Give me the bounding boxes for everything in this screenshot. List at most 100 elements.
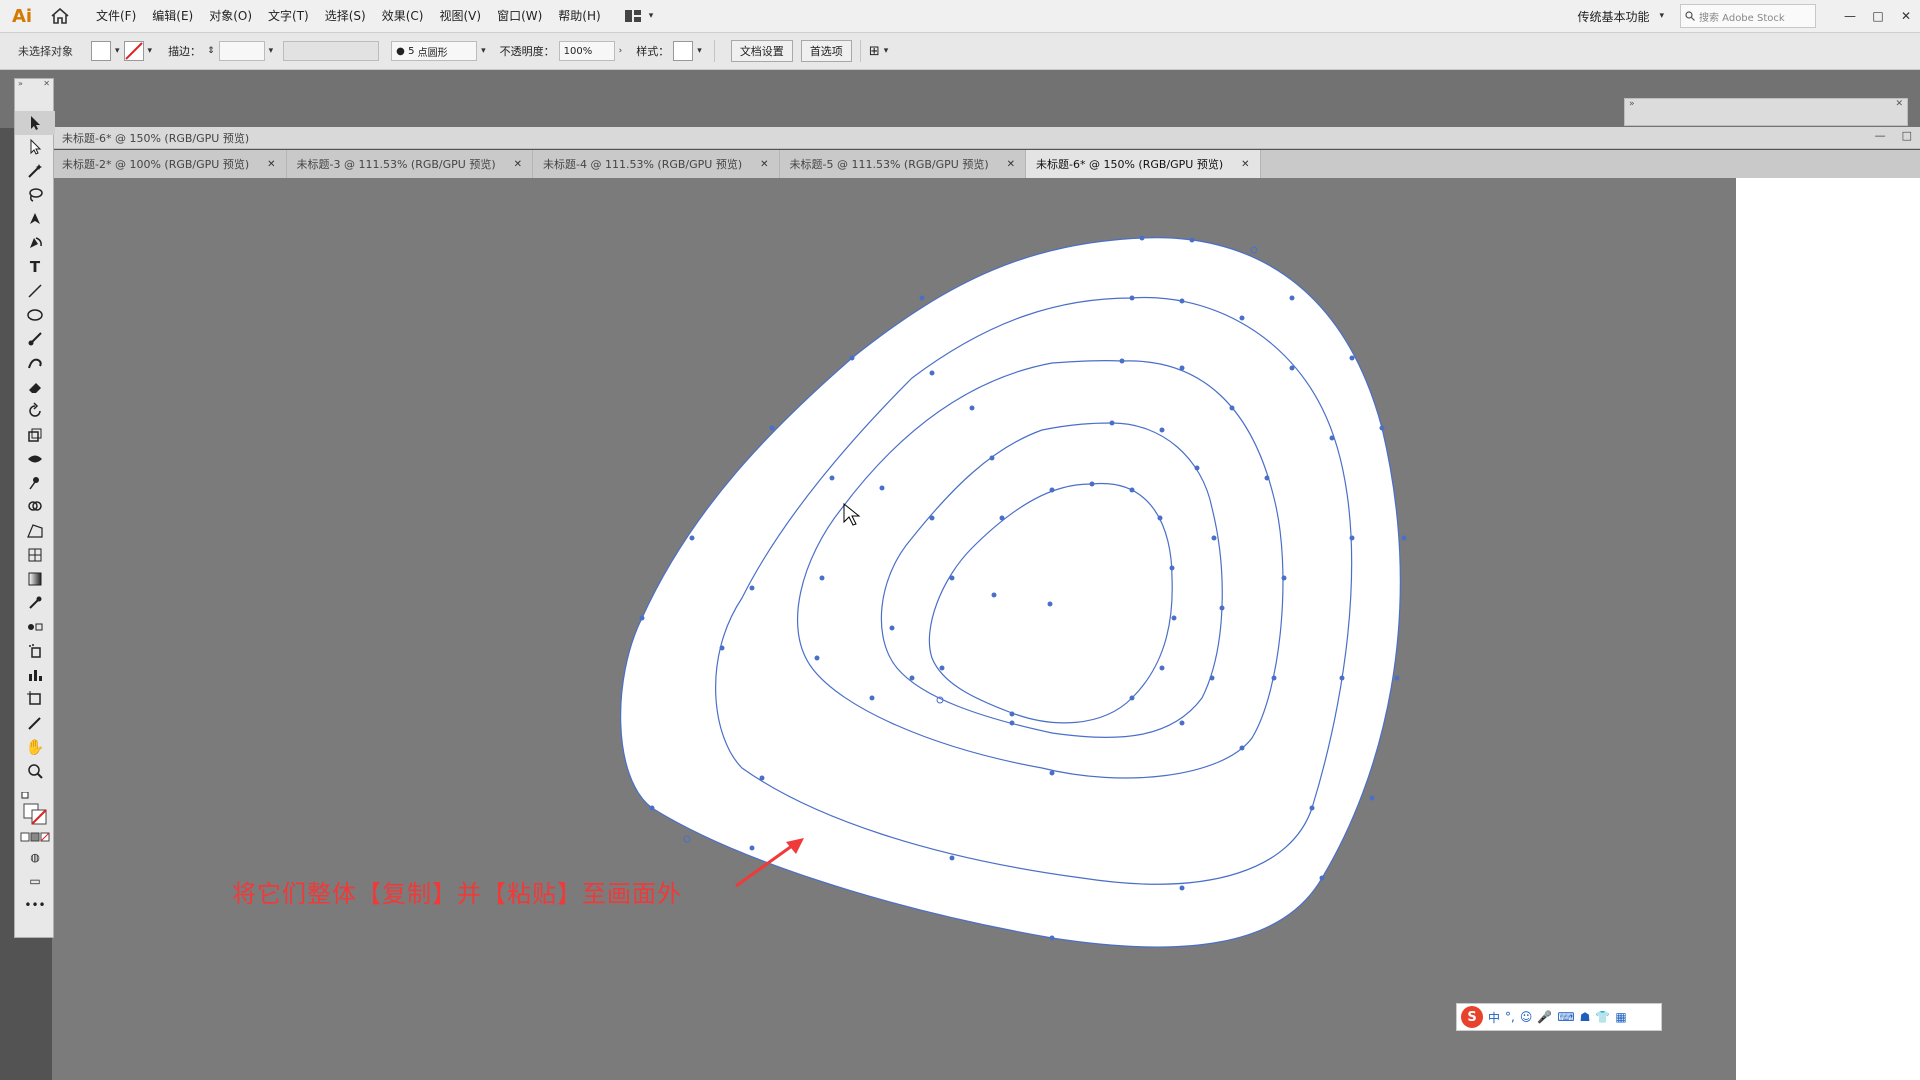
- collapse-toolbar-icon[interactable]: »: [18, 79, 23, 91]
- artboard-tool[interactable]: [15, 687, 55, 711]
- magic-wand-tool[interactable]: [15, 159, 55, 183]
- arrange-documents-button[interactable]: ▾: [624, 10, 658, 22]
- chevron-down-icon[interactable]: ▾: [115, 46, 120, 56]
- minimize-doc-button[interactable]: —: [1875, 129, 1886, 142]
- chevron-down-icon[interactable]: ▾: [697, 46, 702, 56]
- menu-bar: Ai 文件(F) 编辑(E) 对象(O) 文字(T) 选择(S) 效果(C) 视…: [0, 0, 1920, 33]
- curvature-tool[interactable]: [15, 231, 55, 255]
- close-button[interactable]: ✕: [1892, 4, 1920, 28]
- column-graph-tool[interactable]: [15, 663, 55, 687]
- menu-object[interactable]: 对象(O): [201, 0, 260, 32]
- zoom-tool[interactable]: [15, 759, 55, 783]
- keyboard-icon[interactable]: ⌨: [1557, 1010, 1574, 1024]
- close-panel-icon[interactable]: ✕: [1895, 99, 1903, 109]
- chevron-down-icon[interactable]: ▾: [269, 46, 274, 56]
- artwork-svg[interactable]: [52, 178, 1920, 1080]
- opacity-field[interactable]: 100%: [558, 41, 615, 61]
- user-icon[interactable]: ☗: [1580, 1010, 1591, 1024]
- blend-tool[interactable]: [15, 615, 55, 639]
- stroke-stepper[interactable]: ⇕: [207, 46, 215, 56]
- maximize-button[interactable]: □: [1864, 4, 1892, 28]
- ime-toolbar[interactable]: S 中 °, ☺ 🎤 ⌨ ☗ 👕 ▦: [1456, 1003, 1662, 1031]
- perspective-grid-tool[interactable]: [15, 519, 55, 543]
- chevron-down-icon[interactable]: ▾: [884, 46, 889, 56]
- line-tool[interactable]: [15, 279, 55, 303]
- mesh-tool[interactable]: [15, 543, 55, 567]
- shirt-icon[interactable]: 👕: [1595, 1010, 1610, 1024]
- punctuation-icon[interactable]: °,: [1505, 1010, 1515, 1024]
- brush-definition-field[interactable]: ● 5 点圆形: [391, 41, 478, 61]
- expand-panels-icon[interactable]: »: [1629, 99, 1635, 109]
- preferences-button[interactable]: 首选项: [800, 40, 852, 62]
- menu-file[interactable]: 文件(F): [88, 0, 144, 32]
- menu-type[interactable]: 文字(T): [260, 0, 317, 32]
- chevron-right-icon[interactable]: ›: [619, 46, 623, 56]
- scale-tool[interactable]: [15, 423, 55, 447]
- restore-doc-button[interactable]: □: [1902, 129, 1912, 142]
- arrange-icon[interactable]: ⊞: [869, 44, 880, 59]
- document-window-title: 未标题-6* @ 150% (RGB/GPU 预览) — □: [52, 127, 1920, 149]
- selection-tool[interactable]: [15, 111, 55, 135]
- variable-width-field[interactable]: [283, 41, 380, 61]
- width-tool[interactable]: [15, 447, 55, 471]
- close-icon[interactable]: ✕: [760, 159, 768, 170]
- stroke-weight-field[interactable]: [218, 41, 265, 61]
- draw-mode-button[interactable]: ◍: [15, 845, 55, 869]
- color-mode-buttons[interactable]: [15, 829, 55, 845]
- eyedropper-tool[interactable]: [15, 591, 55, 615]
- document-setup-button[interactable]: 文档设置: [730, 40, 793, 62]
- lasso-tool[interactable]: [15, 183, 55, 207]
- tab-document-4[interactable]: 未标题-4 @ 111.53% (RGB/GPU 预览) ✕: [533, 150, 780, 178]
- edit-toolbar-button[interactable]: •••: [15, 893, 55, 917]
- ellipse-tool[interactable]: [15, 303, 55, 327]
- minimize-button[interactable]: —: [1836, 4, 1864, 28]
- pen-tool[interactable]: [15, 207, 55, 231]
- menu-view[interactable]: 视图(V): [431, 0, 489, 32]
- slice-tool[interactable]: [15, 711, 55, 735]
- gradient-tool[interactable]: [15, 567, 55, 591]
- grid-icon[interactable]: ▦: [1615, 1010, 1626, 1024]
- type-tool[interactable]: T: [15, 255, 55, 279]
- artboard-icon: [27, 691, 41, 705]
- eraser-tool[interactable]: [15, 375, 55, 399]
- puppet-warp-tool[interactable]: [15, 471, 55, 495]
- close-icon[interactable]: ✕: [1241, 159, 1249, 170]
- menu-help[interactable]: 帮助(H): [550, 0, 608, 32]
- eyedropper-icon: [29, 596, 42, 609]
- shape-builder-tool[interactable]: [15, 495, 55, 519]
- close-icon[interactable]: ✕: [1007, 159, 1015, 170]
- menu-edit[interactable]: 编辑(E): [144, 0, 201, 32]
- home-icon[interactable]: [46, 2, 74, 30]
- shaper-tool[interactable]: [15, 351, 55, 375]
- tab-document-2[interactable]: 未标题-2* @ 100% (RGB/GPU 预览) ✕: [52, 150, 287, 178]
- screen-mode-button[interactable]: ▭: [15, 869, 55, 893]
- collapsed-panel-dock[interactable]: » ✕: [1624, 98, 1908, 126]
- fill-stroke-swatches[interactable]: [15, 789, 55, 829]
- direct-selection-tool[interactable]: [15, 135, 55, 159]
- paintbrush-tool[interactable]: [15, 327, 55, 351]
- workspace-switcher[interactable]: 传统基本功能 ▾: [1577, 8, 1668, 25]
- close-toolbar-icon[interactable]: ✕: [43, 79, 50, 91]
- menu-select[interactable]: 选择(S): [317, 0, 374, 32]
- emoji-icon[interactable]: ☺: [1520, 1010, 1533, 1024]
- search-stock-input[interactable]: 搜索 Adobe Stock: [1680, 4, 1816, 28]
- close-icon[interactable]: ✕: [514, 159, 522, 170]
- menu-effect[interactable]: 效果(C): [374, 0, 432, 32]
- style-swatch[interactable]: [673, 41, 694, 61]
- canvas-area[interactable]: [52, 178, 1920, 1080]
- ime-mode[interactable]: 中: [1488, 1009, 1500, 1026]
- close-icon[interactable]: ✕: [267, 159, 275, 170]
- tab-document-5[interactable]: 未标题-5 @ 111.53% (RGB/GPU 预览) ✕: [780, 150, 1027, 178]
- chevron-down-icon[interactable]: ▾: [148, 46, 153, 56]
- dot-icon: ●: [396, 45, 405, 57]
- microphone-icon[interactable]: 🎤: [1537, 1010, 1552, 1024]
- stroke-swatch[interactable]: [123, 41, 144, 61]
- tab-document-6[interactable]: 未标题-6* @ 150% (RGB/GPU 预览) ✕: [1026, 150, 1261, 178]
- fill-swatch[interactable]: [91, 41, 111, 61]
- hand-tool[interactable]: ✋: [15, 735, 55, 759]
- rotate-tool[interactable]: [15, 399, 55, 423]
- tab-document-3[interactable]: 未标题-3 @ 111.53% (RGB/GPU 预览) ✕: [287, 150, 534, 178]
- menu-window[interactable]: 窗口(W): [489, 0, 550, 32]
- chevron-down-icon[interactable]: ▾: [481, 46, 486, 56]
- symbol-sprayer-tool[interactable]: [15, 639, 55, 663]
